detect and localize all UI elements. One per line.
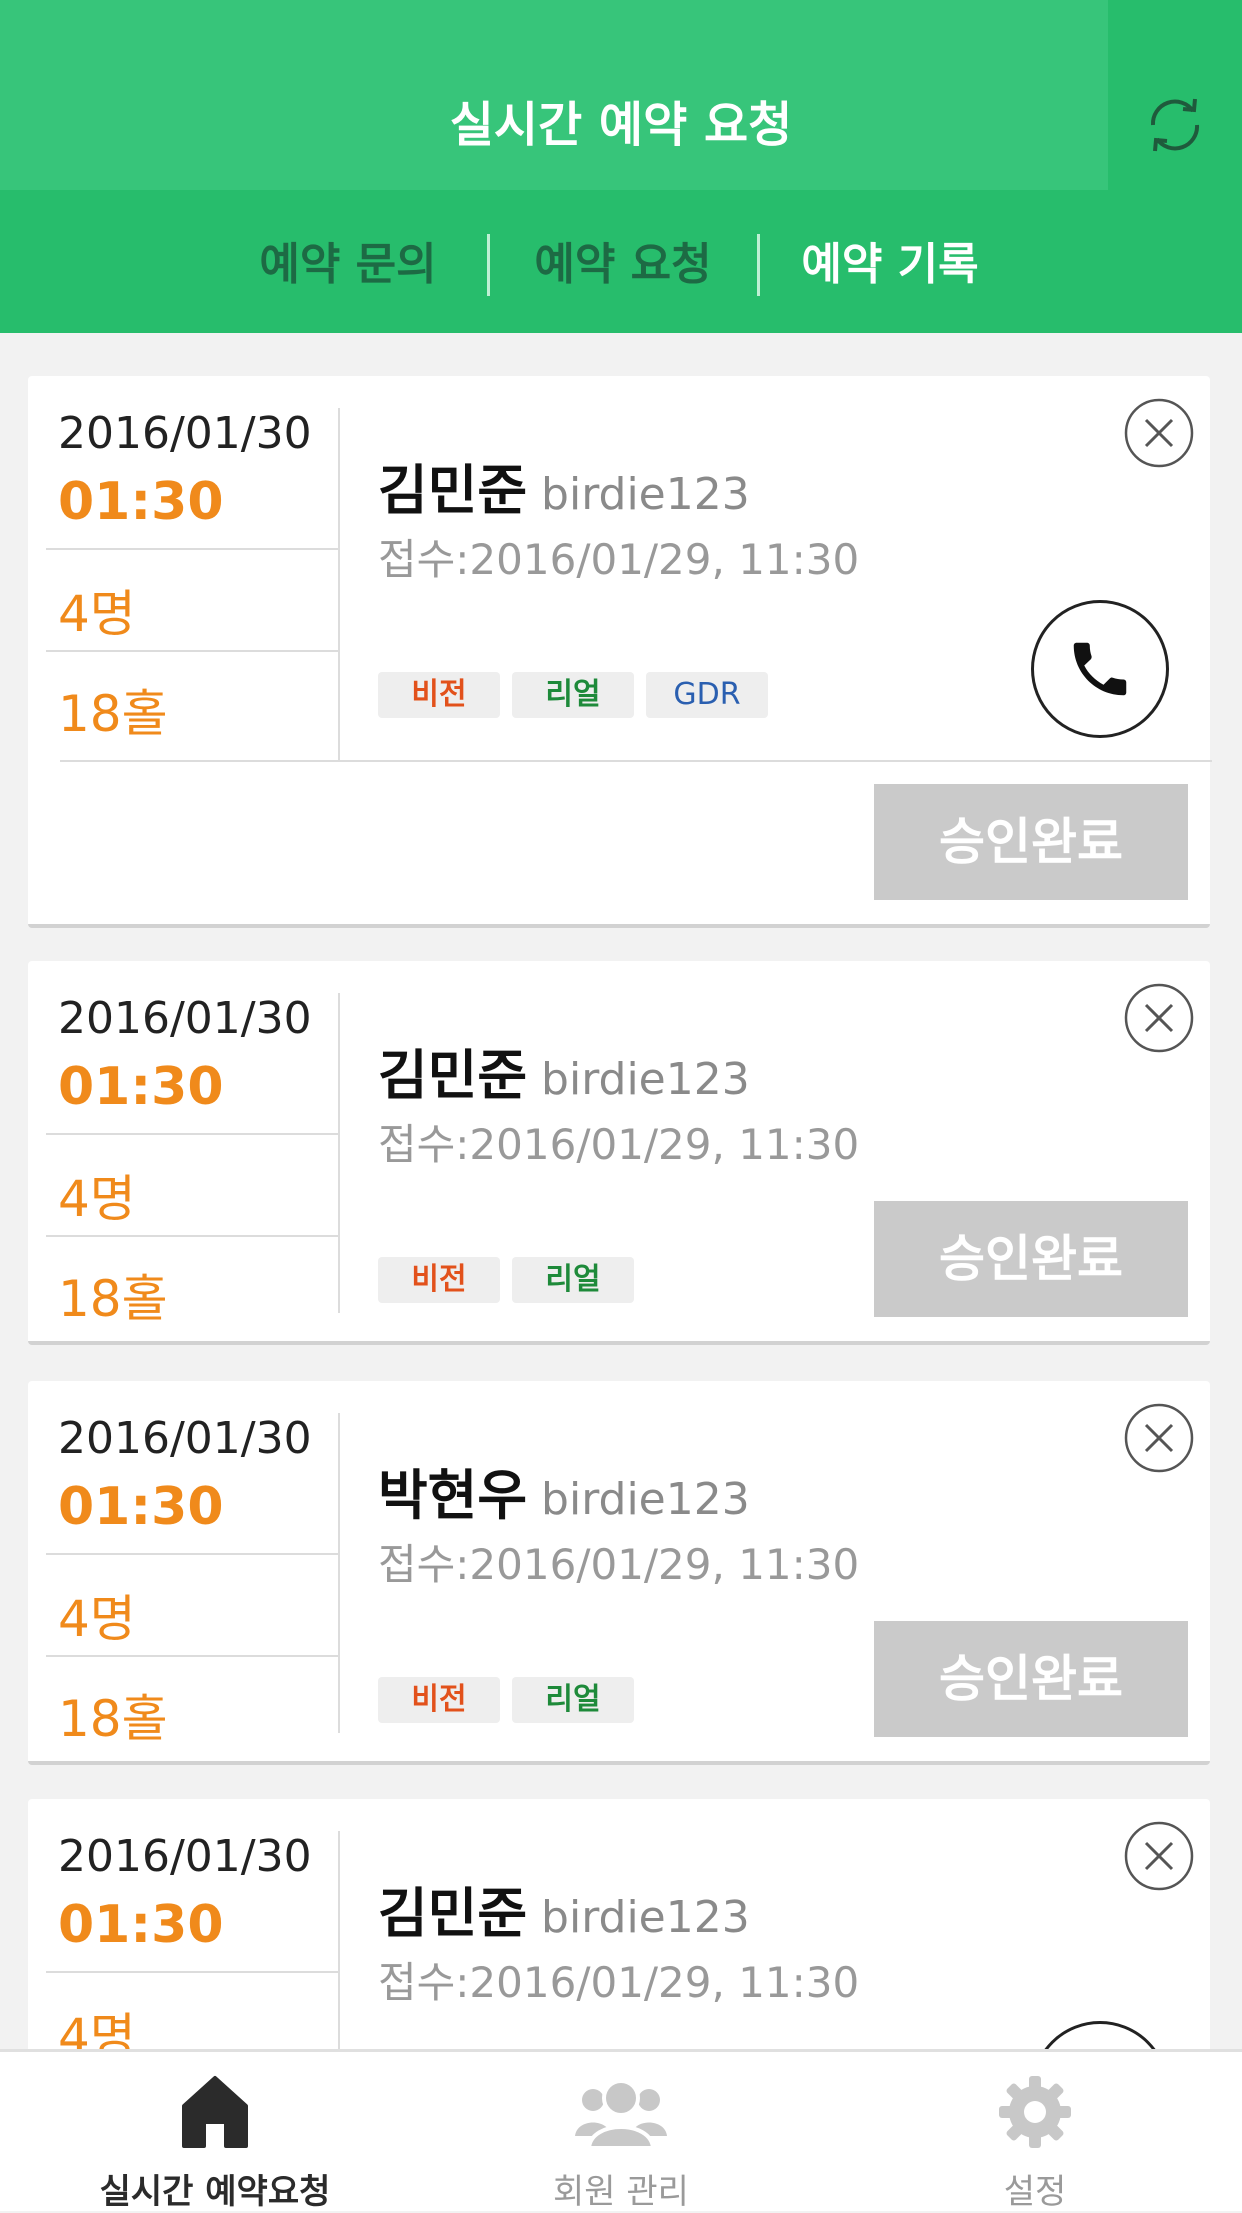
call-button[interactable] (1031, 2021, 1169, 2049)
bottom-nav: 실시간 예약요청 회원 관리 설정 (0, 2049, 1242, 2212)
close-icon (1124, 398, 1194, 468)
hole-count: 18홀 (58, 1270, 168, 1328)
member-info: 박현우 birdie123 (378, 1451, 750, 1530)
members-icon-wrap (466, 2074, 776, 2154)
approved-button[interactable]: 승인완료 (874, 784, 1188, 900)
refresh-icon (1150, 98, 1200, 152)
approved-button[interactable]: 승인완료 (874, 1621, 1188, 1737)
member-info: 김민준 birdie123 (378, 1031, 750, 1110)
tag-vision: 비전 (378, 672, 500, 718)
tag-real: 리얼 (512, 672, 634, 718)
divider (46, 1133, 338, 1135)
reservation-card: 2016/01/30 01:30 4명 18홀 김민준 birdie123 접수:… (28, 961, 1210, 1345)
vertical-divider (338, 1413, 340, 1733)
received-timestamp: 접수:2016/01/29, 11:30 (378, 1958, 860, 2007)
member-name: 김민준 (378, 1044, 528, 1107)
party-size: 4명 (58, 2008, 136, 2049)
tag-list: 비전 리얼 (378, 1257, 634, 1303)
member-info: 김민준 birdie123 (378, 1869, 750, 1948)
card-divider (60, 760, 1212, 762)
reservation-date: 2016/01/30 (58, 408, 312, 459)
home-icon-wrap (60, 2074, 370, 2154)
members-icon (575, 2079, 667, 2150)
received-timestamp: 접수:2016/01/29, 11:30 (378, 1540, 860, 1589)
reservation-time: 01:30 (58, 1477, 224, 1537)
nav-settings[interactable]: 설정 (880, 2052, 1190, 2212)
tab-divider (487, 234, 490, 296)
tag-real: 리얼 (512, 1677, 634, 1723)
divider (46, 1971, 338, 1973)
divider (46, 650, 338, 652)
phone-icon (1073, 642, 1127, 696)
reservation-date: 2016/01/30 (58, 993, 312, 1044)
tab-history[interactable]: 예약 기록 (760, 230, 1020, 300)
tab-inquiry[interactable]: 예약 문의 (218, 230, 478, 300)
member-name: 김민준 (378, 1882, 528, 1945)
tab-request[interactable]: 예약 요청 (493, 230, 753, 300)
reservation-time: 01:30 (58, 472, 224, 532)
home-icon (182, 2076, 248, 2148)
reservation-time: 01:30 (58, 1895, 224, 1955)
reservation-card: 2016/01/30 01:30 4명 18홀 김민준 birdie123 접수:… (28, 376, 1212, 928)
close-icon (1124, 983, 1194, 1053)
reservation-time: 01:30 (58, 1057, 224, 1117)
party-size: 4명 (58, 585, 136, 643)
received-timestamp: 접수:2016/01/29, 11:30 (378, 1120, 860, 1169)
reservation-list[interactable]: 2016/01/30 01:30 4명 18홀 김민준 birdie123 접수:… (0, 333, 1242, 2049)
member-id: birdie123 (541, 469, 750, 520)
member-name: 박현우 (378, 1464, 528, 1527)
tag-vision: 비전 (378, 1677, 500, 1723)
close-button[interactable] (1124, 398, 1194, 468)
refresh-button[interactable] (1108, 60, 1242, 190)
gear-icon-wrap (880, 2074, 1190, 2154)
divider (46, 548, 338, 550)
tab-bar: 예약 문의 예약 요청 예약 기록 (0, 230, 1242, 300)
reservation-card: 2016/01/30 01:30 4명 김민준 birdie123 접수:2016… (28, 1799, 1210, 2049)
approved-button[interactable]: 승인완료 (874, 1201, 1188, 1317)
divider (46, 1655, 338, 1657)
gear-icon (999, 2076, 1071, 2148)
nav-member-management[interactable]: 회원 관리 (466, 2052, 776, 2212)
reservation-date: 2016/01/30 (58, 1413, 312, 1464)
reservation-card: 2016/01/30 01:30 4명 18홀 박현우 birdie123 접수:… (28, 1381, 1210, 1765)
divider (46, 1553, 338, 1555)
party-size: 4명 (58, 1590, 136, 1648)
member-id: birdie123 (541, 1892, 750, 1943)
nav-label: 설정 (1003, 2172, 1067, 2212)
nav-label: 회원 관리 (553, 2172, 689, 2212)
close-icon (1124, 1821, 1194, 1891)
vertical-divider (338, 993, 340, 1313)
received-timestamp: 접수:2016/01/29, 11:30 (378, 535, 860, 584)
close-icon (1124, 1403, 1194, 1473)
member-name: 김민준 (378, 459, 528, 522)
reservation-date: 2016/01/30 (58, 1831, 312, 1882)
hole-count: 18홀 (58, 1690, 168, 1748)
member-info: 김민준 birdie123 (378, 446, 750, 525)
nav-label: 실시간 예약요청 (99, 2172, 331, 2212)
tag-vision: 비전 (378, 1257, 500, 1303)
vertical-divider (338, 408, 340, 760)
member-id: birdie123 (541, 1054, 750, 1105)
close-button[interactable] (1124, 1821, 1194, 1891)
nav-realtime-requests[interactable]: 실시간 예약요청 (60, 2052, 370, 2212)
tag-gdr: GDR (646, 672, 768, 718)
divider (46, 1235, 338, 1237)
call-button[interactable] (1031, 600, 1169, 738)
tag-list: 비전 리얼 GDR (378, 672, 768, 718)
vertical-divider (338, 1831, 340, 2049)
tag-real: 리얼 (512, 1257, 634, 1303)
hole-count: 18홀 (58, 685, 168, 743)
close-button[interactable] (1124, 983, 1194, 1053)
page-title: 실시간 예약 요청 (449, 97, 793, 153)
tag-list: 비전 리얼 (378, 1677, 634, 1723)
close-button[interactable] (1124, 1403, 1194, 1473)
party-size: 4명 (58, 1170, 136, 1228)
member-id: birdie123 (541, 1474, 750, 1525)
app-header: 실시간 예약 요청 예약 문의 예약 요청 예약 기록 (0, 0, 1242, 333)
